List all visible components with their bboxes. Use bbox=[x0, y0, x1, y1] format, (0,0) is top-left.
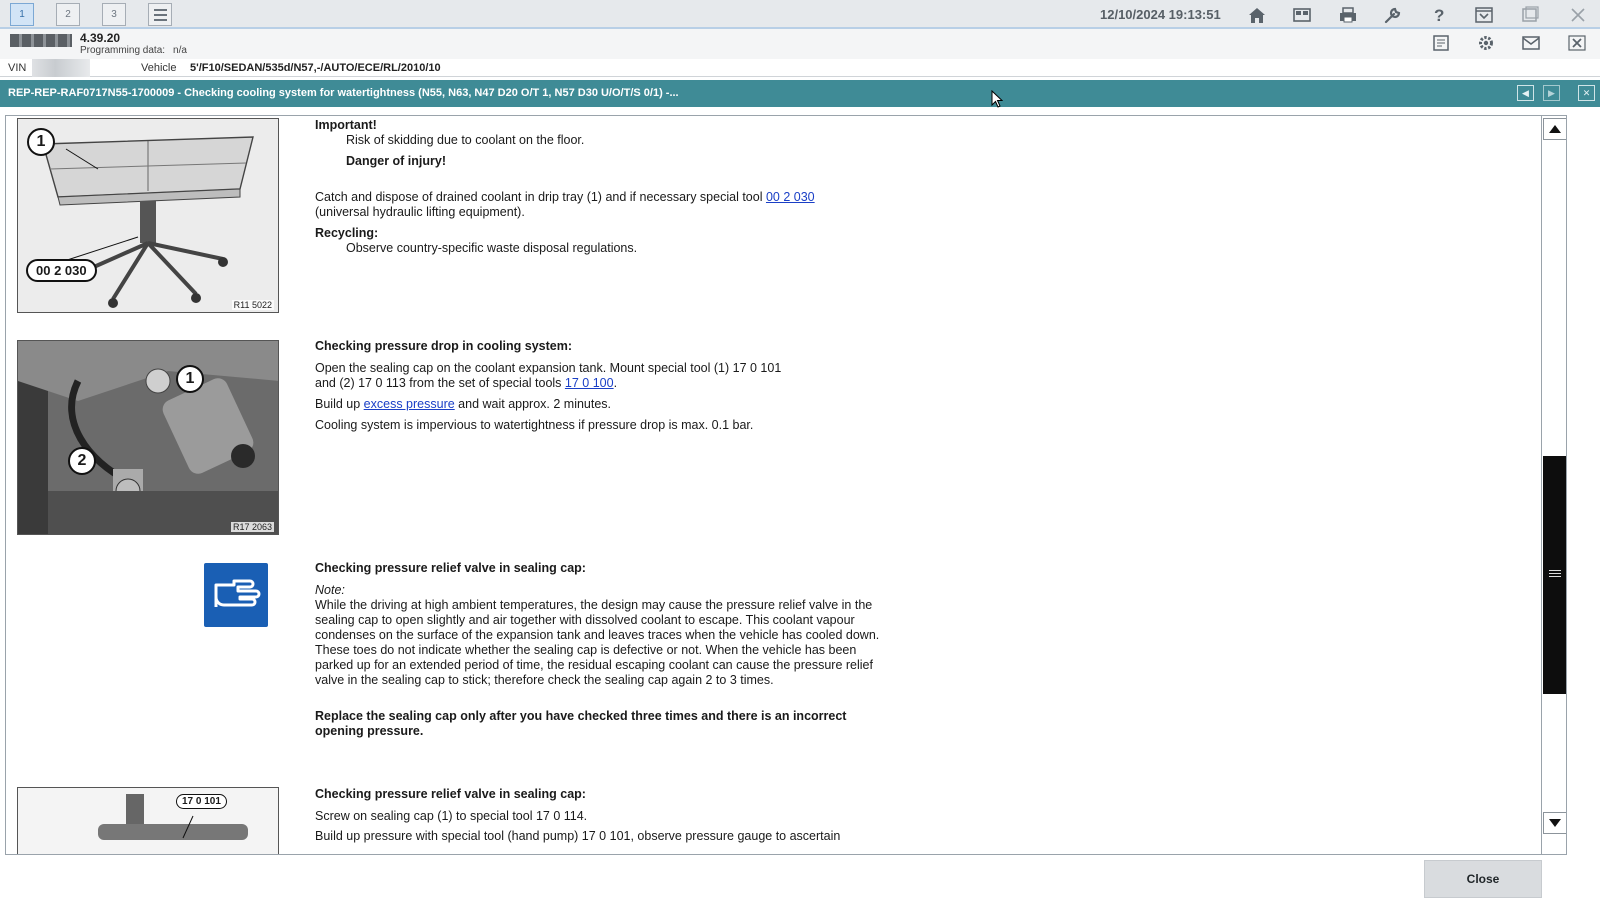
info-band: 4.39.20 Programming data: n/a bbox=[0, 29, 1600, 59]
document-title-bar: REP-REP-RAF0717N55-1700009 - Checking co… bbox=[0, 80, 1600, 107]
note-text: While the driving at high ambient temper… bbox=[315, 598, 880, 687]
programming-data: Programming data: n/a bbox=[80, 45, 187, 56]
mouse-cursor-icon bbox=[991, 90, 1003, 108]
catch-text-end: (universal hydraulic lifting equipment). bbox=[315, 205, 525, 219]
engine-bay-photo bbox=[18, 341, 278, 534]
figure-code: R11 5022 bbox=[231, 300, 274, 310]
window-split-icon[interactable] bbox=[1289, 3, 1315, 26]
observe-text: Observe country-specific waste disposal … bbox=[346, 241, 638, 255]
recycling-heading: Recycling: bbox=[315, 226, 379, 240]
vin-row: VIN Vehicle 5'/F10/SEDAN/535d/N57,-/AUTO… bbox=[0, 59, 1600, 77]
pressure-drop-text: Open the sealing cap on the coolant expa… bbox=[315, 361, 875, 391]
drip-tray-illustration bbox=[18, 119, 278, 312]
close-button[interactable]: Close bbox=[1424, 860, 1542, 898]
tool-set-text: and (2) 17 0 113 from the set of special… bbox=[315, 376, 562, 390]
svg-text:?: ? bbox=[1434, 6, 1444, 24]
wrench-icon[interactable] bbox=[1380, 3, 1406, 26]
tab-3[interactable]: 3 bbox=[102, 3, 126, 26]
impervious-text: Cooling system is impervious to watertig… bbox=[315, 418, 754, 432]
top-toolbar: 1 2 3 12/10/2024 19:13:51 ? bbox=[0, 0, 1600, 29]
figure-pressure-test: 1 2 R17 2063 bbox=[17, 340, 279, 535]
scroll-down-button[interactable] bbox=[1543, 812, 1566, 834]
scrollbar-thumb[interactable] bbox=[1543, 456, 1566, 694]
danger-text: Danger of injury! bbox=[346, 154, 447, 168]
version-label: 4.39.20 bbox=[80, 31, 121, 45]
tool-set-text-end: . bbox=[613, 376, 618, 390]
figure-drip-tray: 1 00 2 030 R11 5022 bbox=[17, 118, 279, 313]
tab-1[interactable]: 1 bbox=[10, 3, 34, 26]
catch-text-start: Catch and dispose of drained coolant in … bbox=[315, 190, 763, 204]
relief-valve-heading-2: Checking pressure relief valve in sealin… bbox=[315, 787, 586, 801]
mount-tool-text: Open the sealing cap on the coolant expa… bbox=[315, 361, 782, 375]
build-up-text: Build up bbox=[315, 397, 361, 411]
figure-cap-tester: 17 0 101 bbox=[17, 787, 279, 854]
pressure-drop-heading: Checking pressure drop in cooling system… bbox=[315, 339, 573, 353]
wait-text: and wait approx. 2 minutes. bbox=[458, 397, 612, 411]
vehicle-label: Vehicle bbox=[141, 62, 177, 74]
close-document-icon[interactable]: ✕ bbox=[1578, 85, 1595, 101]
pointing-hand-icon bbox=[204, 563, 268, 627]
close-window-icon[interactable] bbox=[1565, 3, 1591, 26]
vehicle-value: 5'/F10/SEDAN/535d/N57,-/AUTO/ECE/RL/2010… bbox=[190, 62, 441, 74]
minimize-icon[interactable] bbox=[1471, 3, 1497, 26]
vertical-scrollbar[interactable] bbox=[1541, 116, 1566, 854]
mail-icon[interactable] bbox=[1518, 31, 1544, 54]
brand-logo bbox=[10, 34, 72, 47]
document-icon[interactable] bbox=[1428, 31, 1454, 54]
build-pressure-text: Build up excess pressure and wait approx… bbox=[315, 397, 611, 412]
vin-value-obscured bbox=[32, 59, 90, 77]
printer-icon[interactable] bbox=[1335, 3, 1361, 26]
document-title: REP-REP-RAF0717N55-1700009 - Checking co… bbox=[8, 87, 679, 99]
document-content: 1 00 2 030 R11 5022 Important! Risk of s… bbox=[5, 115, 1567, 855]
callout-1: 1 bbox=[176, 365, 204, 393]
callout-1: 1 bbox=[27, 128, 55, 156]
help-icon[interactable]: ? bbox=[1426, 3, 1452, 26]
tool-link-17-0-100[interactable]: 17 0 100 bbox=[565, 376, 614, 390]
build-pressure-hand-pump-text: Build up pressure with special tool (han… bbox=[315, 829, 841, 843]
relief-valve-heading: Checking pressure relief valve in sealin… bbox=[315, 561, 586, 575]
screw-cap-text: Screw on sealing cap (1) to special tool… bbox=[315, 809, 588, 823]
vin-label: VIN bbox=[8, 62, 27, 74]
home-icon[interactable] bbox=[1244, 3, 1270, 26]
restore-icon[interactable] bbox=[1517, 3, 1543, 26]
cap-tester-illustration bbox=[18, 788, 278, 854]
list-view-button[interactable] bbox=[148, 3, 172, 26]
catch-text: Catch and dispose of drained coolant in … bbox=[315, 190, 875, 220]
previous-document-button[interactable]: ◀ bbox=[1517, 85, 1534, 101]
datetime-display: 12/10/2024 19:13:51 bbox=[1100, 7, 1221, 22]
figure-code: R17 2063 bbox=[230, 522, 274, 532]
next-document-button[interactable]: ▶ bbox=[1543, 85, 1560, 101]
note-label: Note: bbox=[315, 583, 345, 597]
excess-pressure-link[interactable]: excess pressure bbox=[364, 397, 455, 411]
replace-cap-text: Replace the sealing cap only after you h… bbox=[315, 709, 847, 738]
close-session-icon[interactable] bbox=[1564, 31, 1590, 54]
programming-label: Programming data: bbox=[80, 45, 166, 56]
tool-label-00-2-030: 00 2 030 bbox=[26, 259, 97, 282]
programming-value: n/a bbox=[173, 45, 187, 56]
tool-label-17-0-101: 17 0 101 bbox=[176, 794, 227, 809]
gear-icon[interactable] bbox=[1473, 31, 1499, 54]
risk-text: Risk of skidding due to coolant on the f… bbox=[346, 133, 585, 147]
callout-2: 2 bbox=[68, 447, 96, 475]
tool-link-00-2-030[interactable]: 00 2 030 bbox=[766, 190, 815, 204]
important-heading: Important! bbox=[315, 118, 377, 132]
scroll-up-button[interactable] bbox=[1543, 118, 1566, 140]
tab-2[interactable]: 2 bbox=[56, 3, 80, 26]
